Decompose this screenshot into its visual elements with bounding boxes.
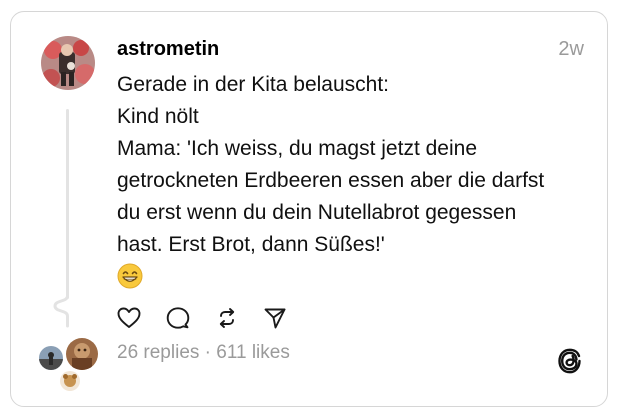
post-username[interactable]: astrometin (117, 38, 219, 61)
replier-avatar (64, 336, 100, 372)
threads-logo-icon[interactable] (557, 347, 583, 375)
thread-curl-icon (53, 288, 69, 328)
post-line: hast. Erst Brot, dann Süßes!' (117, 233, 385, 256)
post-line: Mama: 'Ich weiss, du magst jetzt deine (117, 137, 477, 160)
grinning-emoji-icon (117, 263, 143, 289)
post-body: Gerade in der Kita belauscht: Kind nölt … (117, 69, 577, 289)
heart-icon (117, 307, 141, 328)
share-icon (264, 308, 286, 329)
replier-avatar (37, 344, 65, 372)
share-button[interactable] (262, 305, 288, 331)
post-stats[interactable]: 26 replies · 611 likes (117, 342, 290, 364)
like-button[interactable] (116, 305, 142, 331)
post-line: du erst wenn du dein Nutellabrot gegesse… (117, 201, 517, 224)
replier-avatars[interactable] (37, 336, 101, 394)
repost-button[interactable] (214, 305, 240, 331)
repost-icon (219, 308, 235, 328)
author-avatar[interactable] (41, 36, 95, 90)
post-line: getrockneten Erdbeeren essen aber die da… (117, 169, 545, 192)
replier-avatar (58, 369, 82, 393)
comment-icon (166, 307, 190, 329)
comment-button[interactable] (165, 305, 191, 331)
thread-line (66, 109, 69, 299)
post-line: Gerade in der Kita belauscht: (117, 73, 389, 96)
post-timestamp[interactable]: 2w (558, 38, 584, 61)
post-line: Kind nölt (117, 105, 199, 128)
